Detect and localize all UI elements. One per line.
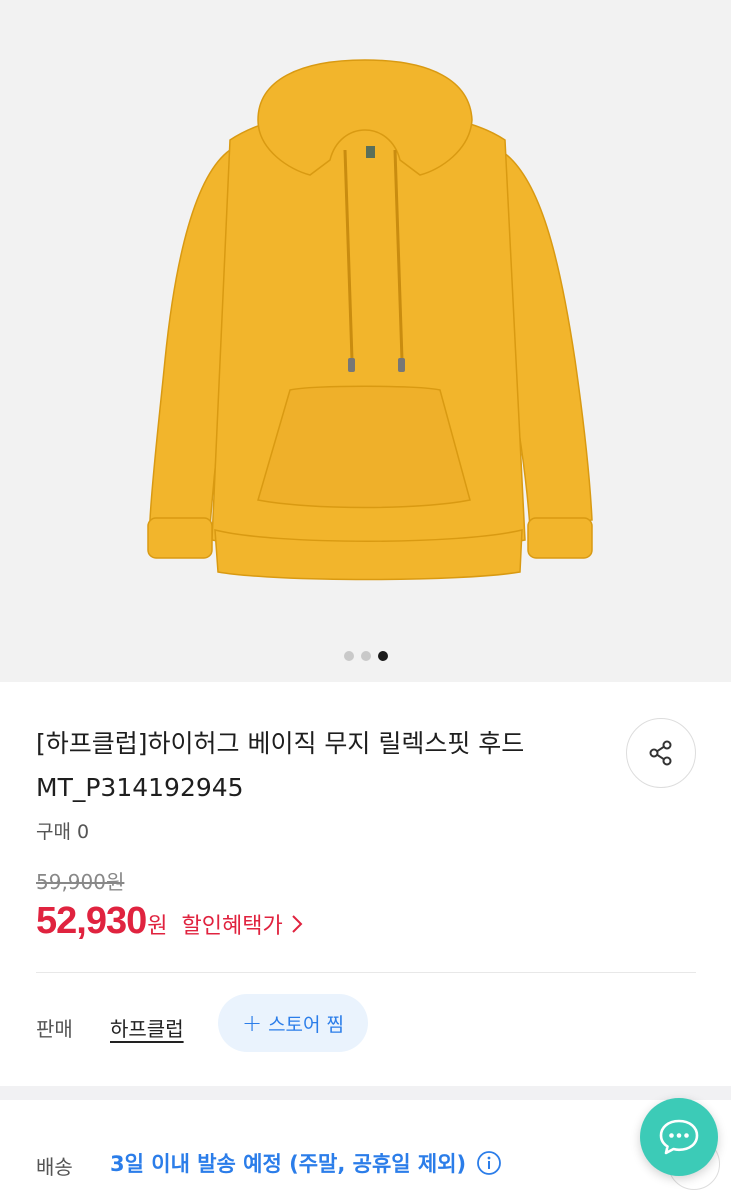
carousel-dot[interactable] <box>360 651 371 661</box>
discount-benefit-link[interactable]: 할인혜택가 <box>181 908 303 940</box>
carousel-indicator <box>0 651 731 661</box>
delivery-label: 배송 <box>36 1155 73 1179</box>
product-title: [하프클럽]하이허그 베이직 무지 릴렉스핏 후드 MT_P314192945 <box>36 722 606 810</box>
product-image-carousel[interactable] <box>0 0 731 682</box>
delivery-info: 3일 이내 발송 예정 (주말, 공휴일 제외) <box>110 1148 502 1178</box>
carousel-dot[interactable] <box>343 651 354 661</box>
original-price: 59,900원 <box>36 870 125 894</box>
sale-price: 52,930 <box>36 900 147 942</box>
sale-price-currency: 원 <box>147 914 168 939</box>
product-title-line1: [하프클럽]하이허그 베이직 무지 릴렉스핏 후드 <box>36 729 525 758</box>
seller-label: 판매 <box>36 1017 73 1041</box>
divider <box>36 972 696 973</box>
chat-bubble-icon <box>659 1119 699 1155</box>
seller-name-link[interactable]: 하프클럽 <box>110 1013 184 1042</box>
purchase-count: 구매 0 <box>36 821 90 843</box>
carousel-dot-active[interactable] <box>377 651 388 661</box>
product-image <box>147 59 593 581</box>
chevron-right-icon <box>291 914 303 934</box>
store-follow-button[interactable]: + 스토어 찜 <box>218 994 368 1052</box>
share-button[interactable] <box>626 718 696 788</box>
delivery-section: 배송 3일 이내 발송 예정 (주말, 공휴일 제외) <box>0 1100 731 1200</box>
product-title-line2: MT_P314192945 <box>36 773 244 802</box>
discount-benefit-label: 할인혜택가 <box>181 914 283 939</box>
product-info-section: [하프클럽]하이허그 베이직 무지 릴렉스핏 후드 MT_P314192945 … <box>0 682 731 1086</box>
share-icon <box>649 740 672 766</box>
chat-button[interactable] <box>640 1098 718 1176</box>
delivery-text: 3일 이내 발송 예정 (주말, 공휴일 제외) <box>110 1152 467 1176</box>
sale-price-row: 52,930 원 할인혜택가 <box>36 900 303 943</box>
plus-icon: + <box>241 1009 263 1037</box>
store-follow-label: 스토어 찜 <box>268 1013 345 1036</box>
info-circle-icon[interactable] <box>476 1150 502 1176</box>
